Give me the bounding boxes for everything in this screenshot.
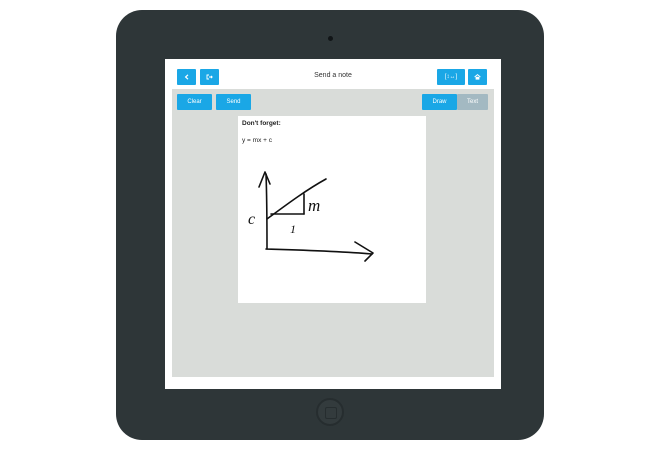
x-axis-stroke — [265, 248, 373, 255]
mode-draw-button[interactable]: Draw — [422, 94, 457, 110]
sign-out-icon — [206, 74, 213, 80]
page-title: Send a note — [314, 72, 352, 79]
clear-label: Clear — [187, 99, 202, 105]
run-label: 1 — [290, 222, 296, 236]
handwritten-sketch: m 1 c — [248, 171, 374, 262]
tablet-frame: Send a note [↕↔] Clear Send Draw Text Do… — [116, 10, 544, 440]
home-button[interactable] — [468, 69, 487, 85]
intercept-label: c — [248, 211, 255, 228]
back-button[interactable] — [177, 69, 196, 85]
y-axis-stroke — [265, 173, 268, 250]
header-bar: Send a note [↕↔] — [165, 59, 501, 89]
mode-draw-label: Draw — [432, 99, 447, 105]
signout-button[interactable] — [200, 69, 219, 85]
fullscreen-button[interactable]: [↕↔] — [437, 69, 465, 85]
slope-label: m — [308, 196, 320, 215]
device-home-button[interactable] — [316, 398, 344, 426]
resize-label: [↕↔] — [444, 74, 458, 80]
home-icon — [474, 74, 481, 80]
camera — [328, 36, 333, 41]
x-axis-arrowhead — [354, 241, 374, 262]
drawing-area: Clear Send Draw Text Don't forget: y = m… — [172, 89, 494, 377]
send-label: Send — [226, 99, 241, 105]
clear-button[interactable]: Clear — [177, 94, 212, 110]
y-axis-arrowhead — [258, 171, 271, 188]
send-button[interactable]: Send — [216, 94, 251, 110]
mode-text-button[interactable]: Text — [457, 94, 488, 110]
chevron-left-icon — [184, 74, 190, 80]
app-screen: Send a note [↕↔] Clear Send Draw Text Do… — [165, 59, 501, 389]
note-canvas[interactable]: Don't forget: y = mx + c m 1 c — [238, 116, 426, 303]
mode-text-label: Text — [466, 99, 478, 105]
